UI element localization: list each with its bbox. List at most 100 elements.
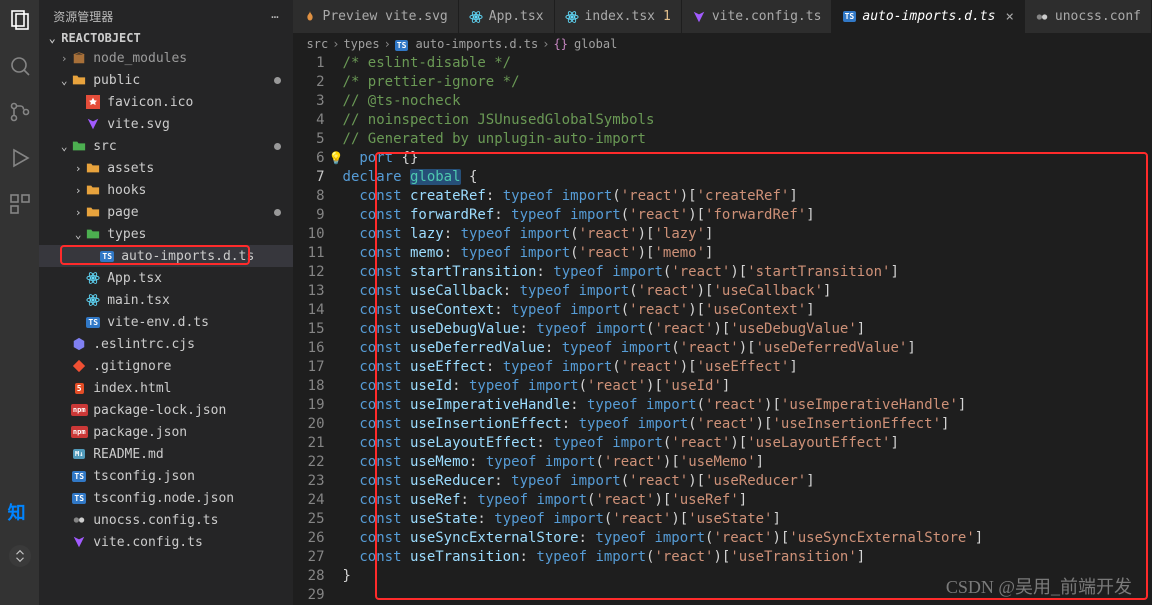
search-icon[interactable] <box>8 54 32 78</box>
tree-item-tsconfig-json[interactable]: TStsconfig.json <box>39 465 292 487</box>
run-debug-icon[interactable] <box>8 146 32 170</box>
chevron-down-icon: ⌄ <box>43 31 61 45</box>
tree-item-vite-env-d-ts[interactable]: TS vite-env.d.ts <box>39 311 292 333</box>
tree-item-package-json[interactable]: npm package.json <box>39 421 292 443</box>
tree-item--eslintrc-cjs[interactable]: .eslintrc.cjs <box>39 333 292 355</box>
react-icon <box>85 292 101 308</box>
code-line: const useMemo: typeof import('react')['u… <box>343 453 1152 472</box>
tree-item-package-lock-json[interactable]: npmpackage-lock.json <box>39 399 292 421</box>
code-line: // noinspection JSUnusedGlobalSymbols <box>343 111 1152 130</box>
tree-item-label: .eslintrc.cjs <box>93 337 195 352</box>
breadcrumb-segment[interactable]: global <box>574 37 617 51</box>
tree-item-App-tsx[interactable]: App.tsx <box>39 267 292 289</box>
more-icon[interactable]: ⋯ <box>271 10 278 24</box>
tree-item-label: package.json <box>93 425 187 440</box>
breadcrumb-segment[interactable]: src <box>307 37 329 51</box>
tree-item-types[interactable]: ⌄types <box>39 223 292 245</box>
code-line: const useTransition: typeof import('reac… <box>343 548 1152 567</box>
chevron-icon: ⌄ <box>57 140 71 153</box>
tab-bar: Preview vite.svg App.tsx index.tsx1 vite.co… <box>293 0 1152 33</box>
npm-icon: npm <box>71 424 87 440</box>
breadcrumb-segment[interactable]: auto-imports.d.ts <box>415 37 538 51</box>
folder-icon <box>85 182 101 198</box>
code-line: const useInsertionEffect: typeof import(… <box>343 415 1152 434</box>
tree-item-label: page <box>107 205 138 220</box>
react-icon <box>565 10 579 24</box>
tree-item-label: node_modules <box>93 51 187 66</box>
tree-item-auto-imports-d-ts[interactable]: TSauto-imports.d.ts <box>39 245 292 267</box>
tree-item-label: vite-env.d.ts <box>107 315 209 330</box>
tree-item-favicon-ico[interactable]: favicon.ico <box>39 91 292 113</box>
code-line: const useContext: typeof import('react')… <box>343 301 1152 320</box>
close-icon[interactable]: × <box>1005 9 1013 25</box>
tree-item-label: README.md <box>93 447 163 462</box>
code-line: /* prettier-ignore */ <box>343 73 1152 92</box>
tree-item-label: favicon.ico <box>107 95 193 110</box>
breadcrumb[interactable]: src›types›TSauto-imports.d.ts›{}global <box>293 33 1152 54</box>
extensions-icon[interactable] <box>8 192 32 216</box>
tree-item-label: vite.config.ts <box>93 535 203 550</box>
lightbulb-icon[interactable]: 💡 <box>329 149 343 163</box>
tab-unocss-conf[interactable]: unocss.conf <box>1025 0 1152 33</box>
flame-icon <box>303 10 317 24</box>
tab-auto-imports-d-ts[interactable]: TSauto-imports.d.ts× <box>832 0 1025 33</box>
tree-item-vite-svg[interactable]: vite.svg <box>39 113 292 135</box>
breadcrumb-segment[interactable]: types <box>343 37 379 51</box>
tree-item-assets[interactable]: ›assets <box>39 157 292 179</box>
md-icon: M↓ <box>71 446 87 462</box>
chevron-icon: ⌄ <box>57 74 71 87</box>
tree-item-hooks[interactable]: ›hooks <box>39 179 292 201</box>
code-line: /* eslint-disable */ <box>343 54 1152 73</box>
code-line: const useRef: typeof import('react')['us… <box>343 491 1152 510</box>
code-line <box>343 586 1152 605</box>
tree-item-page[interactable]: › page <box>39 201 292 223</box>
tab-index-tsx[interactable]: index.tsx1 <box>555 0 682 33</box>
tree-item-public[interactable]: ⌄public <box>39 69 292 91</box>
modified-dot <box>274 77 281 84</box>
line-gutter: 1234567891011121314151617181920212223242… <box>293 54 343 605</box>
avatar-badge[interactable] <box>9 545 31 567</box>
explorer-icon[interactable] <box>8 8 32 32</box>
tree-item-vite-config-ts[interactable]: vite.config.ts <box>39 531 292 553</box>
tree-item-main-tsx[interactable]: main.tsx <box>39 289 292 311</box>
tree-item-unocss-config-ts[interactable]: unocss.config.ts <box>39 509 292 531</box>
chevron-icon: › <box>57 52 71 65</box>
tree-item-index-html[interactable]: 5 index.html <box>39 377 292 399</box>
folder-icon <box>85 160 101 176</box>
html-icon: 5 <box>71 380 87 396</box>
tree-item--gitignore[interactable]: .gitignore <box>39 355 292 377</box>
tab-label: unocss.conf <box>1055 9 1141 24</box>
project-header[interactable]: ⌄ REACTOBJECT <box>39 29 292 47</box>
code-line: const useEffect: typeof import('react')[… <box>343 358 1152 377</box>
code-editor[interactable]: 1234567891011121314151617181920212223242… <box>293 54 1152 605</box>
tree-item-src[interactable]: ⌄src <box>39 135 292 157</box>
source-control-icon[interactable] <box>8 100 32 124</box>
code-line: const useId: typeof import('react')['use… <box>343 377 1152 396</box>
modified-dot <box>274 143 281 150</box>
code-line: const createRef: typeof import('react')[… <box>343 187 1152 206</box>
tree-item-README-md[interactable]: M↓ README.md <box>39 443 292 465</box>
tab-Preview-vite-svg[interactable]: Preview vite.svg <box>293 0 459 33</box>
chevron-icon: › <box>71 162 85 175</box>
tree-item-tsconfig-node-json[interactable]: TStsconfig.node.json <box>39 487 292 509</box>
code-line: const startTransition: typeof import('re… <box>343 263 1152 282</box>
tab-App-tsx[interactable]: App.tsx <box>459 0 555 33</box>
chevron-icon: › <box>71 206 85 219</box>
tab-label: index.tsx <box>585 9 655 24</box>
ts-icon: TS <box>85 314 101 330</box>
tab-label: vite.config.ts <box>712 9 822 24</box>
project-name: REACTOBJECT <box>61 31 140 45</box>
tree-item-label: index.html <box>93 381 171 396</box>
tab-label: App.tsx <box>489 9 544 24</box>
react-icon <box>85 270 101 286</box>
code-line: const lazy: typeof import('react')['lazy… <box>343 225 1152 244</box>
zhihu-icon[interactable]: 知 <box>8 499 32 523</box>
uno-icon <box>71 512 87 528</box>
tree-item-node_modules[interactable]: › node_modules <box>39 47 292 69</box>
folder-icon <box>85 204 101 220</box>
code-line: const useDebugValue: typeof import('reac… <box>343 320 1152 339</box>
code-line: } <box>343 567 1152 586</box>
code-lines: 💡 /* eslint-disable *//* prettier-ignore… <box>343 54 1152 605</box>
tab-vite-config-ts[interactable]: vite.config.ts <box>682 0 833 33</box>
tree-item-label: unocss.config.ts <box>93 513 218 528</box>
